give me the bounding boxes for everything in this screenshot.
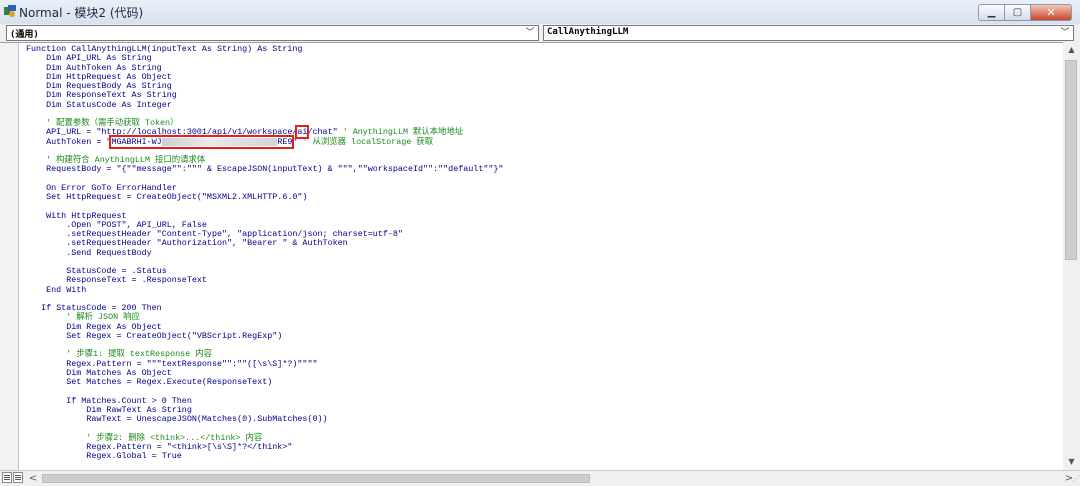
chevron-down-icon[interactable]: ﹀ <box>524 27 536 39</box>
scroll-up-icon[interactable]: ▲ <box>1063 42 1080 58</box>
code-line[interactable]: Dim StatusCode As Integer <box>26 100 172 110</box>
code-line[interactable]: End With <box>26 285 86 295</box>
code-line[interactable]: .Send RequestBody <box>26 248 151 258</box>
code-line[interactable]: Set Matches = Regex.Execute(ResponseText… <box>26 377 272 387</box>
code-line[interactable]: Set HttpRequest = CreateObject("MSXML2.X… <box>26 192 307 202</box>
procedure-view-button[interactable] <box>2 472 12 483</box>
chevron-down-icon[interactable]: ﹀ <box>1059 27 1071 39</box>
procedure-combo-bar: (通用) ﹀ CallAnythingLLM ﹀ <box>0 24 1080 42</box>
maximize-icon: ▢ <box>1012 7 1023 18</box>
vertical-scroll-thumb[interactable] <box>1065 60 1077 260</box>
maximize-button[interactable]: ▢ <box>1004 4 1030 21</box>
close-icon: ✕ <box>1046 6 1056 19</box>
object-dropdown-value: (通用) <box>10 30 39 40</box>
horizontal-scrollbar[interactable]: < > <box>26 472 1080 485</box>
title-bar: Normal - 模块2 (代码) ▁ ▢ ✕ <box>0 0 1080 25</box>
minimize-icon: ▁ <box>987 7 996 18</box>
minimize-button[interactable]: ▁ <box>978 4 1004 21</box>
window-title: Normal - 模块2 (代码) <box>19 6 144 20</box>
object-dropdown[interactable]: (通用) ﹀ <box>6 25 539 41</box>
procedure-dropdown[interactable]: CallAnythingLLM ﹀ <box>543 25 1074 41</box>
code-editor[interactable]: Function CallAnythingLLM(inputText As St… <box>0 42 1063 471</box>
scroll-down-icon[interactable]: ▼ <box>1063 454 1080 470</box>
close-button[interactable]: ✕ <box>1030 4 1072 21</box>
scroll-left-icon[interactable]: < <box>26 472 40 485</box>
vertical-scrollbar[interactable]: ▲ ▼ <box>1063 42 1080 470</box>
code-line[interactable]: RawText = UnescapeJSON(Matches(0).SubMat… <box>26 414 327 424</box>
bottom-bar: < > ⋰ <box>0 470 1080 486</box>
code-line[interactable]: AuthToken = "MGABRHI-WJ RE9" ' 从浏览器 loca… <box>26 134 433 149</box>
code-line[interactable]: RequestBody = "{""message"":""" & Escape… <box>26 164 503 174</box>
resize-grip-icon[interactable]: ⋰ <box>1068 474 1080 486</box>
vba-module-icon <box>4 5 16 17</box>
full-module-view-button[interactable] <box>13 472 23 483</box>
horizontal-scroll-thumb[interactable] <box>42 474 590 483</box>
redacted-token-box: MGABRHI-WJ RE9 <box>109 134 295 149</box>
code-text[interactable]: Function CallAnythingLLM(inputText As St… <box>26 44 503 461</box>
code-line[interactable]: Regex.Global = True <box>26 451 182 461</box>
code-line[interactable]: Set Regex = CreateObject("VBScript.RegEx… <box>26 331 282 341</box>
margin-indicator-bar[interactable] <box>0 43 19 471</box>
procedure-dropdown-value: CallAnythingLLM <box>547 27 629 37</box>
